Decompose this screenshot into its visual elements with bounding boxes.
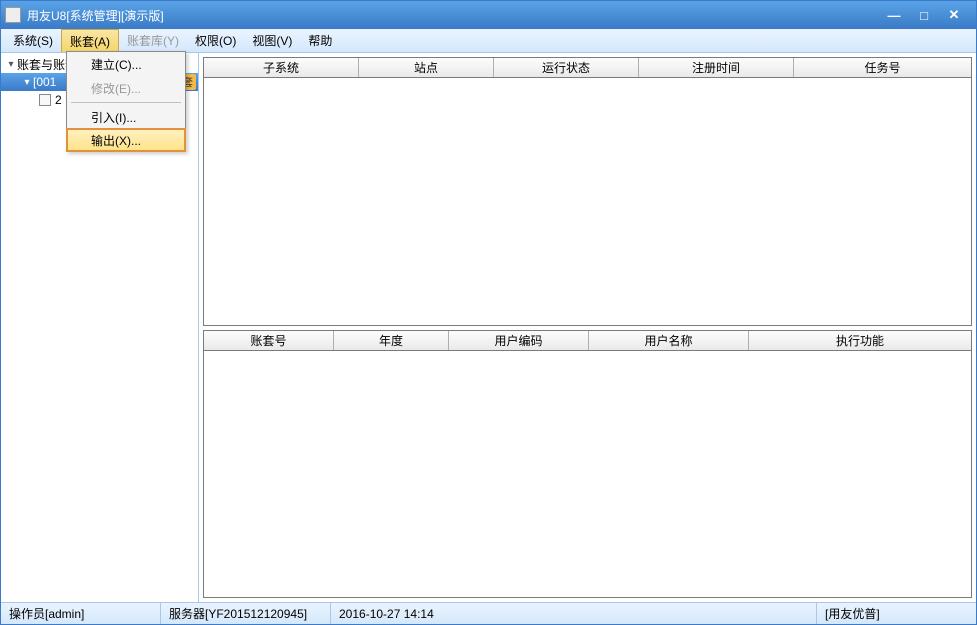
dropdown-import[interactable]: 引入(I)... xyxy=(67,105,185,129)
col-acctno[interactable]: 账套号 xyxy=(204,331,334,350)
app-icon xyxy=(5,7,21,23)
grid-bottom-header: 账套号 年度 用户编码 用户名称 执行功能 xyxy=(204,331,971,351)
col-subsystem[interactable]: 子系统 xyxy=(204,58,359,77)
dropdown-create[interactable]: 建立(C)... xyxy=(67,52,185,76)
chevron-down-icon[interactable]: ▾ xyxy=(5,59,17,70)
col-regtime[interactable]: 注册时间 xyxy=(639,58,794,77)
menu-help[interactable]: 帮助 xyxy=(300,29,340,52)
grid-bottom[interactable]: 账套号 年度 用户编码 用户名称 执行功能 xyxy=(203,330,972,599)
minimize-button[interactable]: — xyxy=(884,7,904,23)
menubar: 系统(S) 账套(A) 账套库(Y) 权限(O) 视图(V) 帮助 xyxy=(1,29,976,53)
col-site[interactable]: 站点 xyxy=(359,58,494,77)
col-taskid[interactable]: 任务号 xyxy=(794,58,971,77)
account-dropdown: 建立(C)... 修改(E)... 引入(I)... 输出(X)... xyxy=(66,51,186,152)
dropdown-export[interactable]: 输出(X)... xyxy=(66,128,186,152)
col-usercode[interactable]: 用户编码 xyxy=(449,331,589,350)
tree-node-label: 2 xyxy=(55,93,62,107)
menu-system[interactable]: 系统(S) xyxy=(5,29,61,52)
col-status[interactable]: 运行状态 xyxy=(494,58,639,77)
status-datetime: 2016-10-27 14:14 xyxy=(331,603,816,624)
col-username[interactable]: 用户名称 xyxy=(589,331,749,350)
content-area: 子系统 站点 运行状态 注册时间 任务号 账套号 年度 用户编码 用户名称 执行… xyxy=(199,53,976,602)
grid-top[interactable]: 子系统 站点 运行状态 注册时间 任务号 xyxy=(203,57,972,326)
status-company: [用友优普] xyxy=(816,603,976,624)
menu-permission[interactable]: 权限(O) xyxy=(187,29,244,52)
status-operator: 操作员[admin] xyxy=(1,603,161,624)
dropdown-modify: 修改(E)... xyxy=(67,76,185,100)
menu-account[interactable]: 账套(A) xyxy=(61,29,119,52)
titlebar: 用友U8[系统管理][演示版] — □ ✕ xyxy=(1,1,976,29)
window-controls: — □ ✕ xyxy=(884,7,972,23)
tree-node-label: [001 xyxy=(33,75,56,89)
status-server: 服务器[YF201512120945] xyxy=(161,603,331,624)
window-title: 用友U8[系统管理][演示版] xyxy=(27,7,884,24)
col-exec[interactable]: 执行功能 xyxy=(749,331,971,350)
statusbar: 操作员[admin] 服务器[YF201512120945] 2016-10-2… xyxy=(1,602,976,624)
menu-account-lib[interactable]: 账套库(Y) xyxy=(119,29,187,52)
menu-view[interactable]: 视图(V) xyxy=(244,29,300,52)
dropdown-separator xyxy=(71,102,181,103)
close-button[interactable]: ✕ xyxy=(944,7,964,23)
grid-top-header: 子系统 站点 运行状态 注册时间 任务号 xyxy=(204,58,971,78)
doc-icon xyxy=(39,94,51,106)
chevron-down-icon[interactable]: ▾ xyxy=(21,77,33,88)
maximize-button[interactable]: □ xyxy=(914,7,934,23)
col-year[interactable]: 年度 xyxy=(334,331,449,350)
